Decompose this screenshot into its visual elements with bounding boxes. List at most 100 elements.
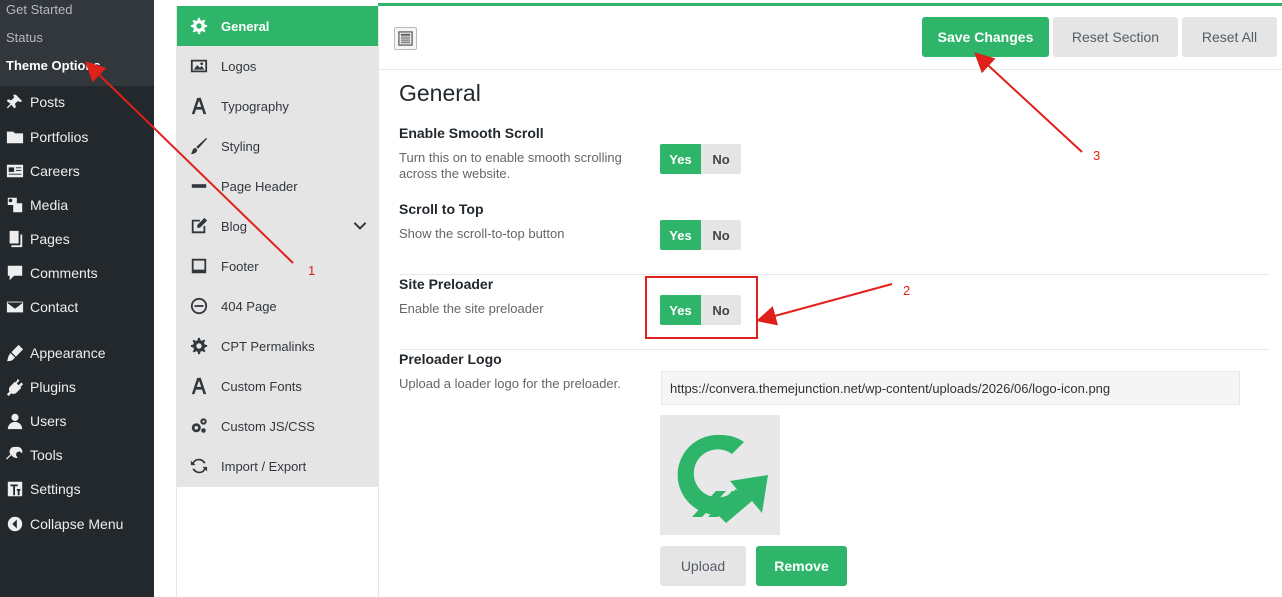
sidebar-item-label: Contact [30, 299, 79, 315]
tab-404-page[interactable]: 404 Page [177, 286, 378, 326]
tab-label: Blog [221, 218, 248, 234]
sidebar-item-media[interactable]: Media [0, 191, 154, 219]
tab-typography[interactable]: Typography [177, 86, 378, 126]
pin-icon [0, 93, 30, 111]
logo-icon [677, 434, 768, 523]
divider [399, 349, 1269, 350]
reset-section-button[interactable]: Reset Section [1053, 17, 1178, 57]
sidebar-item-label: Settings [30, 481, 81, 497]
tab-label: Page Header [221, 178, 298, 194]
sidebar-item-label: Media [30, 197, 69, 213]
tab-label: General [221, 18, 270, 34]
toggle-yes-button[interactable]: Yes [660, 220, 701, 250]
chevron-down-icon[interactable] [352, 218, 368, 237]
sidebar-item-label: Portfolios [30, 129, 89, 145]
gear-icon [177, 337, 221, 355]
collapse-icon [0, 515, 30, 533]
font-icon [177, 377, 221, 395]
submenu-status[interactable]: Status [0, 28, 154, 56]
sidebar-item-label: Plugins [30, 379, 76, 395]
divider [379, 69, 1282, 70]
collapse-menu-button[interactable]: Collapse Menu [0, 510, 154, 538]
sidebar-item-settings[interactable]: Settings [0, 475, 154, 503]
sidebar-item-appearance[interactable]: Appearance [0, 339, 154, 367]
minus-icon [177, 177, 221, 195]
toggle-no-button[interactable]: No [701, 144, 741, 174]
sidebar-item-portfolios[interactable]: Portfolios [0, 123, 154, 151]
theme-submenu: Get Started Status Theme Options [0, 0, 154, 86]
tab-label: Styling [221, 138, 261, 154]
pages-icon [0, 230, 30, 248]
sidebar-item-label: Appearance [30, 345, 106, 361]
settings-icon [0, 480, 30, 498]
toggle-no-button[interactable]: No [701, 220, 741, 250]
tab-label: Typography [221, 98, 289, 114]
submenu-get-started[interactable]: Get Started [0, 0, 154, 28]
annotation-label-1: 1 [308, 263, 316, 278]
layout-toggle-icon[interactable] [394, 27, 417, 50]
sidebar-item-label: Tools [30, 447, 63, 463]
font-icon [177, 97, 221, 115]
divider [399, 274, 1269, 275]
annotation-label-3: 3 [1093, 148, 1101, 163]
tab-label: Footer [221, 258, 259, 274]
field-description: Show the scroll-to-top button [399, 226, 565, 241]
tab-custom-fonts[interactable]: Custom Fonts [177, 366, 378, 406]
sidebar-item-users[interactable]: Users [0, 407, 154, 435]
sidebar-item-plugins[interactable]: Plugins [0, 373, 154, 401]
annotation-highlight-box [645, 276, 758, 339]
accent-bar [378, 3, 1282, 6]
toggle-yes-button[interactable]: Yes [660, 144, 701, 174]
tab-label: 404 Page [221, 298, 277, 314]
tab-label: Custom JS/CSS [221, 418, 315, 434]
tab-page-header[interactable]: Page Header [177, 166, 378, 206]
field-title: Site Preloader [399, 276, 494, 292]
sidebar-item-label: Posts [30, 94, 66, 110]
tab-import-export[interactable]: Import / Export [177, 446, 378, 486]
tab-logos[interactable]: Logos [177, 46, 378, 86]
field-title: Preloader Logo [399, 351, 502, 367]
smooth-scroll-toggle: Yes No [660, 144, 741, 174]
tab-label: CPT Permalinks [221, 338, 315, 354]
save-changes-button[interactable]: Save Changes [922, 17, 1049, 57]
tab-styling[interactable]: Styling [177, 126, 378, 166]
reset-all-button[interactable]: Reset All [1182, 17, 1277, 57]
field-description: Upload a loader logo for the preloader. [399, 376, 621, 391]
brush-icon [0, 344, 30, 362]
plug-icon [0, 378, 30, 396]
tab-label: Custom Fonts [221, 378, 302, 394]
refresh-icon [177, 457, 221, 475]
options-nav: General Logos Typography Styling Page He… [177, 6, 378, 487]
tab-blog[interactable]: Blog [177, 206, 378, 246]
sidebar-item-label: Comments [30, 265, 98, 281]
sidebar-item-tools[interactable]: Tools [0, 441, 154, 469]
id-card-icon [0, 162, 30, 180]
field-description: Enable the site preloader [399, 301, 544, 316]
sidebar-item-label: Pages [30, 231, 70, 247]
brush-icon [177, 137, 221, 155]
remove-button[interactable]: Remove [756, 546, 847, 586]
upload-button[interactable]: Upload [660, 546, 746, 586]
sidebar-item-contact[interactable]: Contact [0, 293, 154, 321]
sidebar-item-comments[interactable]: Comments [0, 259, 154, 287]
preloader-logo-url-field[interactable]: https://convera.themejunction.net/wp-con… [661, 371, 1240, 405]
tab-cpt-permalinks[interactable]: CPT Permalinks [177, 326, 378, 366]
sidebar-item-careers[interactable]: Careers [0, 157, 154, 185]
submenu-theme-options[interactable]: Theme Options [0, 56, 154, 84]
cogs-icon [177, 417, 221, 435]
tab-footer[interactable]: Footer [177, 246, 378, 286]
media-icon [0, 196, 30, 214]
sidebar-item-label: Collapse Menu [30, 516, 124, 532]
edit-icon [177, 217, 221, 235]
annotation-arrow-2 [756, 283, 893, 326]
sidebar-item-pages[interactable]: Pages [0, 225, 154, 253]
scroll-to-top-toggle: Yes No [660, 220, 741, 250]
tab-general[interactable]: General [177, 6, 378, 46]
tab-custom-js-css[interactable]: Custom JS/CSS [177, 406, 378, 446]
field-title: Scroll to Top [399, 201, 484, 217]
logo-preview [660, 415, 780, 535]
admin-sidebar: Get Started Status Theme Options Posts P… [0, 0, 154, 597]
tab-label: Logos [221, 58, 257, 74]
sidebar-item-posts[interactable]: Posts [0, 88, 154, 116]
comment-icon [0, 264, 30, 282]
